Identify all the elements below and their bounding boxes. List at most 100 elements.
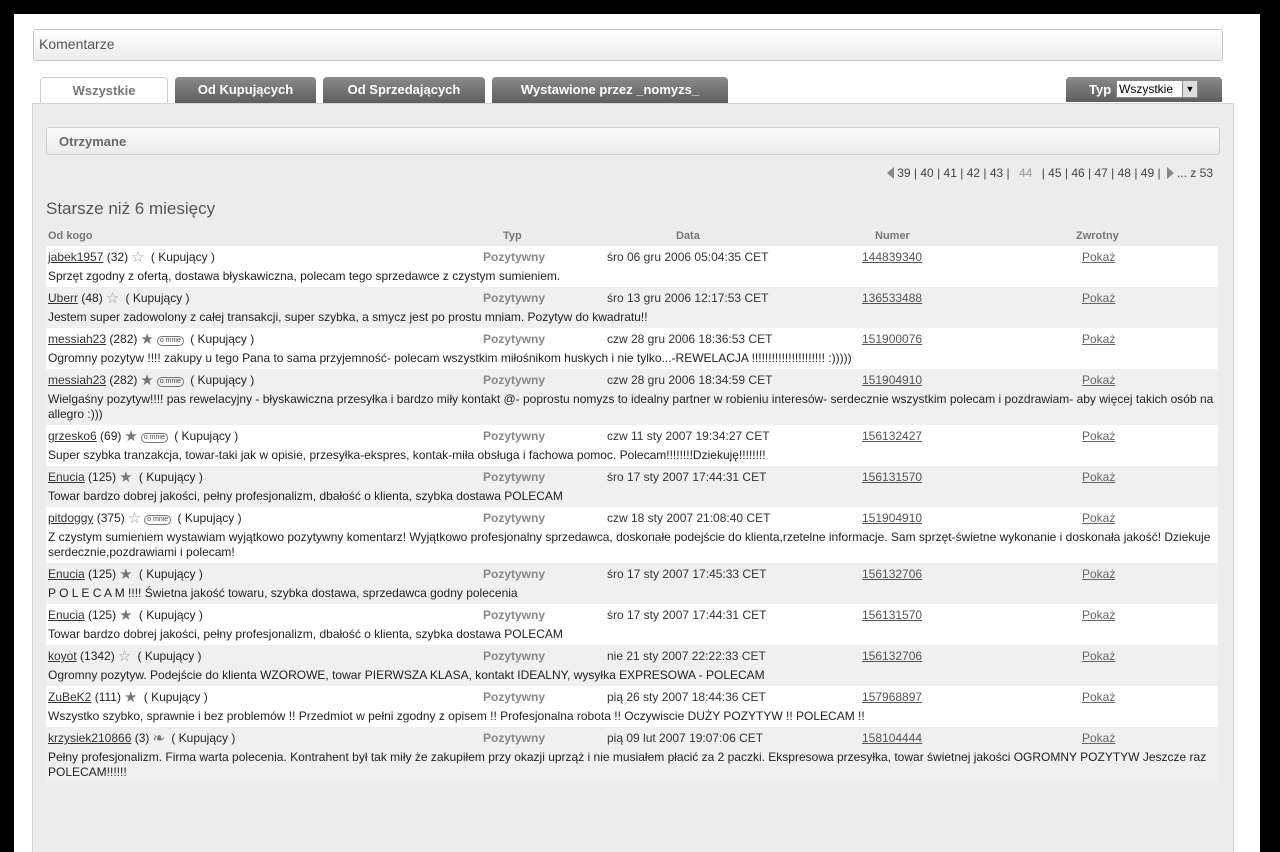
auction-number-link[interactable]: 144839340 — [862, 250, 922, 264]
about-me-icon[interactable]: o mnie — [156, 336, 184, 346]
feedback-date: czw 18 sty 2007 21:08:40 CET — [607, 511, 771, 525]
table-row: pitdoggy (375) ☆ o mnie ( Kupujący ) Pozyty… — [46, 507, 1218, 563]
table-row: grzesko6 (69) ★ o mnie ( Kupujący ) Pozytyw… — [46, 425, 1218, 466]
feedback-type: Pozytywny — [483, 470, 546, 484]
user-score: (375) — [96, 511, 125, 525]
feedback-date: czw 11 sty 2007 19:34:27 CET — [607, 429, 770, 443]
feedback-comment: Wielgaśny pozytyw!!!! pas rewelacyjny - … — [48, 392, 1214, 421]
star-filled-icon: ★ — [119, 607, 133, 624]
chevron-down-icon[interactable]: ▼ — [1182, 81, 1197, 97]
show-reply-link[interactable]: Pokaż — [1082, 470, 1115, 484]
pagination-of: z — [1190, 166, 1197, 180]
feedback-date: śro 13 gru 2006 12:17:53 CET — [607, 291, 769, 305]
table-row: Enucia (125) ★ ( Kupujący ) Pozytywny śro 1… — [46, 604, 1218, 645]
show-reply-link[interactable]: Pokaż — [1082, 731, 1115, 745]
user-link[interactable]: messiah23 — [48, 332, 106, 346]
tab-issued-by[interactable]: Wystawione przez _nomyzs_ — [492, 77, 728, 103]
show-reply-link[interactable]: Pokaż — [1082, 511, 1115, 525]
page-link[interactable]: 47 — [1094, 166, 1107, 180]
user-link[interactable]: ZuBeK2 — [48, 690, 91, 704]
show-reply-link[interactable]: Pokaż — [1082, 567, 1115, 581]
page-link[interactable]: 40 — [920, 166, 933, 180]
row-header: Uberr (48) ☆ ( Kupujący ) Pozytywny śro 13 … — [46, 287, 1218, 307]
auction-number-link[interactable]: 151900076 — [862, 332, 922, 346]
table-row: Uberr (48) ☆ ( Kupujący ) Pozytywny śro 13 … — [46, 287, 1218, 328]
tab-from-sellers[interactable]: Od Sprzedających — [323, 77, 485, 103]
auction-number-link[interactable]: 156132706 — [862, 567, 922, 581]
about-me-icon[interactable]: o mnie — [156, 377, 184, 387]
show-reply-link[interactable]: Pokaż — [1082, 690, 1115, 704]
auction-number-link[interactable]: 156132427 — [862, 429, 922, 443]
auction-number-link[interactable]: 156131570 — [862, 608, 922, 622]
user-score: (125) — [88, 567, 117, 581]
show-reply-link[interactable]: Pokaż — [1082, 291, 1115, 305]
feedback-date: śro 17 sty 2007 17:44:31 CET — [607, 470, 767, 484]
user-link[interactable]: Enucia — [48, 470, 85, 484]
user-role: ( Kupujący ) — [138, 567, 203, 581]
tab-all[interactable]: Wszystkie — [40, 77, 168, 105]
feedback-comment: Wszystko szybko, sprawnie i bez problemó… — [48, 709, 865, 723]
user-score: (32) — [106, 250, 129, 264]
show-reply-link[interactable]: Pokaż — [1082, 373, 1115, 387]
prev-page-icon[interactable] — [887, 167, 895, 179]
user-link[interactable]: krzysiek210866 — [48, 731, 131, 745]
user-link[interactable]: Uberr — [48, 291, 78, 305]
auction-number-link[interactable]: 151904910 — [862, 373, 922, 387]
auction-number-link[interactable]: 156132706 — [862, 649, 922, 663]
feedback-author: messiah23 (282) ★ o mnie ( Kupujący ) — [48, 332, 255, 347]
auction-number-link[interactable]: 151904910 — [862, 511, 922, 525]
page: Komentarze Wszystkie Od Kupujących Od Sp… — [14, 14, 1260, 852]
user-link[interactable]: grzesko6 — [48, 429, 97, 443]
auction-number-link[interactable]: 157968897 — [862, 690, 922, 704]
user-link[interactable]: koyot — [48, 649, 77, 663]
row-header: grzesko6 (69) ★ o mnie ( Kupujący ) Pozytyw… — [46, 425, 1218, 445]
user-link[interactable]: messiah23 — [48, 373, 106, 387]
auction-number-link[interactable]: 136533488 — [862, 291, 922, 305]
page-link[interactable]: 41 — [944, 166, 957, 180]
user-role: ( Kupujący ) — [190, 332, 255, 346]
feedback-comment: Pełny profesjonalizm. Firma warta polece… — [48, 750, 1207, 779]
feedback-comment: Towar bardzo dobrej jakości, pełny profe… — [48, 627, 563, 641]
user-link[interactable]: Enucia — [48, 567, 85, 581]
page-link[interactable]: 48 — [1118, 166, 1131, 180]
leaf-icon: ❧ — [152, 730, 165, 747]
page-link[interactable]: 43 — [990, 166, 1003, 180]
user-link[interactable]: jabek1957 — [48, 250, 103, 264]
about-me-icon[interactable]: o mnie — [140, 433, 168, 443]
page-link[interactable]: 39 — [897, 166, 910, 180]
page-link[interactable]: 45 — [1048, 166, 1061, 180]
section-header: Otrzymane — [46, 127, 1220, 155]
show-reply-link[interactable]: Pokaż — [1082, 250, 1115, 264]
page-link[interactable]: 46 — [1071, 166, 1084, 180]
page-link[interactable]: 42 — [967, 166, 980, 180]
show-reply-link[interactable]: Pokaż — [1082, 649, 1115, 663]
show-reply-link[interactable]: Pokaż — [1082, 608, 1115, 622]
feedback-author: jabek1957 (32) ☆ ( Kupujący ) — [48, 250, 215, 265]
next-page-icon[interactable] — [1166, 167, 1174, 179]
type-select[interactable]: Wszystkie ▼ — [1116, 80, 1198, 98]
user-role: ( Kupujący ) — [150, 250, 215, 264]
user-role: ( Kupujący ) — [177, 511, 242, 525]
page-link[interactable]: 49 — [1141, 166, 1154, 180]
show-reply-link[interactable]: Pokaż — [1082, 429, 1115, 443]
user-score: (111) — [94, 690, 121, 704]
user-link[interactable]: Enucia — [48, 608, 85, 622]
user-role: ( Kupujący ) — [138, 470, 203, 484]
tab-from-buyers[interactable]: Od Kupujących — [175, 77, 316, 103]
feedback-type: Pozytywny — [483, 690, 546, 704]
auction-number-link[interactable]: 156131570 — [862, 470, 922, 484]
auction-number-link[interactable]: 158104444 — [862, 731, 922, 745]
about-me-icon[interactable]: o mnie — [144, 515, 172, 525]
table-row: koyot (1342) ☆ ( Kupujący ) Pozytywny nie 2… — [46, 645, 1218, 686]
feedback-type: Pozytywny — [483, 649, 546, 663]
user-role: ( Kupujący ) — [137, 649, 202, 663]
star-filled-icon: ★ — [123, 689, 138, 706]
table-row: Enucia (125) ★ ( Kupujący ) Pozytywny śro 1… — [46, 563, 1218, 604]
show-reply-link[interactable]: Pokaż — [1082, 332, 1115, 346]
user-link[interactable]: pitdoggy — [48, 511, 93, 525]
user-score: (69) — [100, 429, 122, 443]
col-type: Typ — [503, 230, 522, 242]
col-returned: Zwrotny — [1076, 230, 1119, 242]
page-link-last[interactable]: 53 — [1200, 166, 1213, 180]
user-role: ( Kupujący ) — [138, 608, 203, 622]
